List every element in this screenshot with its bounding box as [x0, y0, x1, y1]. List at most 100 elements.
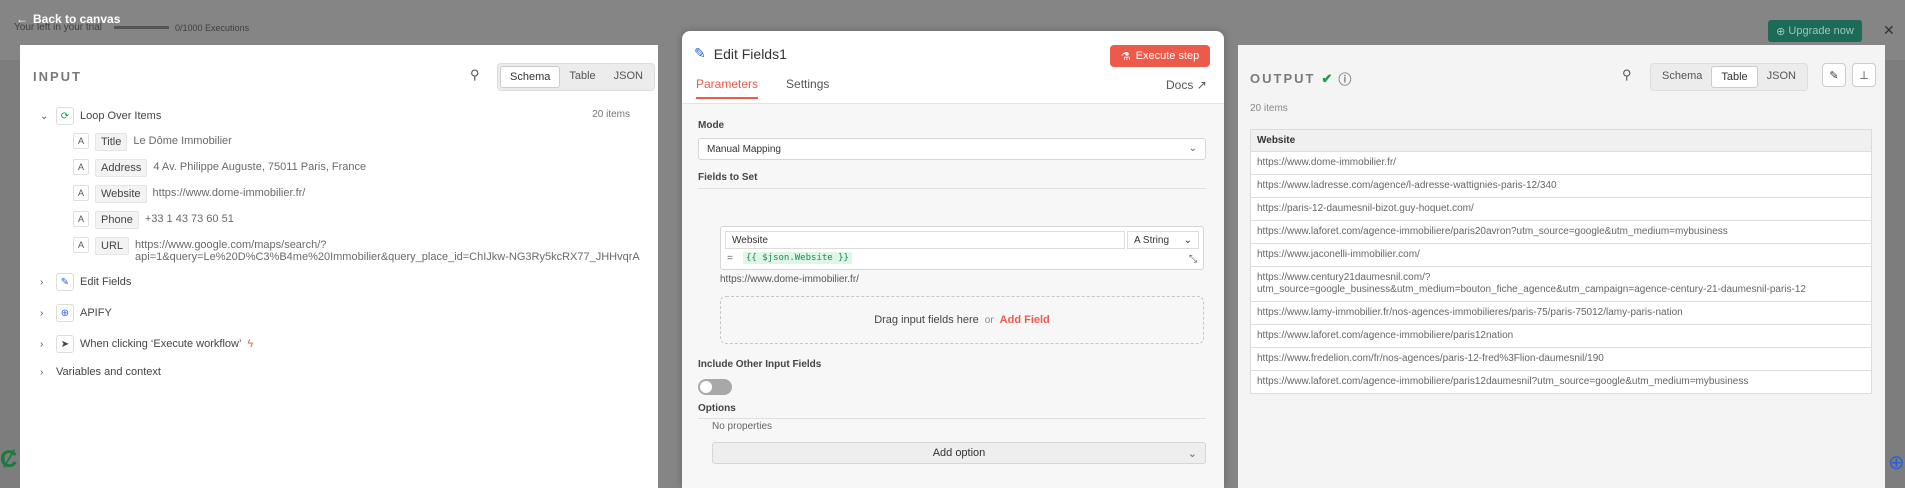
search-icon[interactable]: ⚲	[1622, 67, 1632, 83]
drop-zone[interactable]: Drag input fields here or Add Field	[720, 296, 1204, 344]
chevron-down-icon: ⌄	[1187, 448, 1197, 460]
pencil-icon: ✎	[1829, 69, 1839, 82]
back-to-canvas-link[interactable]: ← Back to canvas	[16, 12, 120, 26]
table-cell[interactable]: https://www.dome-immobilier.fr/	[1250, 151, 1872, 175]
docs-label: Docs	[1166, 78, 1194, 92]
mode-select[interactable]: Manual Mapping ⌄	[698, 138, 1206, 160]
close-icon[interactable]: ✕	[1883, 22, 1895, 39]
execute-step-button[interactable]: ⚗ Execute step	[1110, 45, 1210, 67]
chevron-right-icon: ›	[40, 307, 44, 319]
table-cell[interactable]: https://www.laforet.com/agence-immobilie…	[1250, 370, 1872, 394]
field-key[interactable]: Phone	[95, 211, 139, 229]
add-option-button[interactable]: Add option ⌄	[712, 442, 1206, 464]
field-key[interactable]: Address	[95, 159, 148, 177]
table-cell[interactable]: https://www.ladresse.com/agence/l-adress…	[1250, 174, 1872, 198]
chevron-right-icon: ›	[40, 366, 44, 378]
input-title: INPUT	[33, 69, 82, 84]
include-other-toggle[interactable]	[698, 379, 732, 395]
field-row[interactable]: A Title Le Dôme Immobilier	[73, 133, 232, 151]
chevron-right-icon: ›	[40, 338, 44, 350]
table-row: https://www.fredelion.com/fr/nos-agences…	[1250, 347, 1872, 371]
chevron-down-icon: ⌄	[40, 110, 49, 122]
assignment-type-select[interactable]: A String ⌄	[1127, 231, 1199, 249]
mode-label: Mode	[698, 120, 725, 131]
node-label: When clicking ‘Execute workflow’	[80, 338, 242, 350]
field-row[interactable]: A Phone +33 1 43 73 60 51	[73, 211, 234, 229]
field-row[interactable]: A Address 4 Av. Philippe Auguste, 75011 …	[73, 159, 366, 177]
table-row: https://paris-12-daumesnil-bizot.guy-hoq…	[1250, 197, 1872, 221]
no-properties-text: No properties	[712, 421, 773, 432]
field-row[interactable]: A URL https://www.google.com/maps/search…	[73, 237, 640, 263]
drag-text: Drag input fields here	[874, 314, 979, 326]
divider	[698, 418, 1206, 419]
view-table[interactable]: Table	[560, 66, 604, 88]
field-row[interactable]: A Website https://www.dome-immobilier.fr…	[73, 185, 305, 203]
field-value: https://www.google.com/maps/search/? api…	[135, 237, 640, 263]
tree-node-loop[interactable]: ⌄ ⟳ Loop Over Items	[40, 107, 161, 125]
table-cell[interactable]: https://paris-12-daumesnil-bizot.guy-hoq…	[1250, 197, 1872, 221]
trial-count: 0/1000 Executions	[175, 22, 250, 33]
gift-icon: ⊕	[1776, 25, 1786, 38]
pin-data-button[interactable]: ⊥	[1852, 63, 1876, 87]
logo-icon: Ȼ	[0, 446, 18, 473]
assignment-name-input[interactable]: Website	[725, 231, 1125, 249]
table-row: https://www.lamy-immobilier.fr/nos-agenc…	[1250, 301, 1872, 325]
table-cell[interactable]: https://www.laforet.com/agence-immobilie…	[1250, 220, 1872, 244]
view-json[interactable]: JSON	[1758, 66, 1805, 88]
tree-node-apify[interactable]: › ⊕ APIFY	[40, 304, 112, 322]
view-table[interactable]: Table	[1711, 66, 1758, 88]
globe-icon[interactable]: ⊕	[1888, 450, 1905, 475]
tree-variables[interactable]: › Variables and context	[40, 366, 161, 378]
table-cell[interactable]: https://www.century21daumesnil.com/? utm…	[1250, 266, 1872, 302]
node-title[interactable]: ✎ Edit Fields1	[694, 45, 787, 62]
output-items-count: 20 items	[1250, 103, 1288, 114]
table-row: https://www.dome-immobilier.fr/	[1250, 151, 1872, 175]
tree-node-trigger[interactable]: › ➤ When clicking ‘Execute workflow’ ϟ	[40, 335, 253, 353]
editor-tabs: Parameters Settings	[696, 77, 829, 99]
table-cell[interactable]: https://www.lamy-immobilier.fr/nos-agenc…	[1250, 301, 1872, 325]
expression-chip: {{ $json.Website }}	[743, 252, 852, 264]
add-field-button[interactable]: Add Field	[1000, 314, 1050, 326]
table-cell[interactable]: https://www.laforet.com/agence-immobilie…	[1250, 324, 1872, 348]
string-type-icon: A	[73, 133, 89, 149]
field-assignment: Website A String ⌄ = {{ $json.Website }}…	[720, 226, 1204, 270]
field-key[interactable]: Website	[95, 185, 147, 203]
globe-icon: ⊕	[56, 304, 74, 322]
node-label: APIFY	[80, 307, 112, 319]
include-other-label: Include Other Input Fields	[698, 359, 822, 370]
assignment-value-input[interactable]: {{ $json.Website }}	[743, 252, 1183, 267]
type-value: String	[1142, 235, 1170, 246]
column-header: Website	[1250, 129, 1872, 152]
or-text: or	[984, 314, 994, 326]
chevron-down-icon: ⌄	[1183, 235, 1192, 246]
field-key[interactable]: URL	[95, 237, 130, 255]
field-value-line: https://www.google.com/maps/search/?	[135, 239, 327, 251]
expression-eq: =	[727, 253, 733, 264]
view-schema[interactable]: Schema	[500, 66, 561, 88]
table-cell[interactable]: https://www.jaconelli-immobilier.com/	[1250, 243, 1872, 267]
table-row: https://www.ladresse.com/agence/l-adress…	[1250, 174, 1872, 198]
upgrade-button[interactable]: ⊕ Upgrade now	[1768, 20, 1862, 42]
table-row: https://www.century21daumesnil.com/? utm…	[1250, 266, 1872, 302]
search-icon[interactable]: ⚲	[470, 67, 480, 83]
table-cell[interactable]: https://www.fredelion.com/fr/nos-agences…	[1250, 347, 1872, 371]
docs-link[interactable]: Docs ↗	[1166, 78, 1207, 92]
divider	[698, 188, 1206, 189]
edit-output-button[interactable]: ✎	[1822, 63, 1846, 87]
fields-to-set-label: Fields to Set	[698, 172, 758, 183]
tree-node-edit-fields[interactable]: › ✎ Edit Fields	[40, 273, 131, 291]
mode-value: Manual Mapping	[707, 144, 781, 155]
table-row: https://www.jaconelli-immobilier.com/	[1250, 243, 1872, 267]
field-key[interactable]: Title	[95, 133, 128, 151]
add-option-label: Add option	[932, 447, 986, 459]
pencil-icon: ✎	[56, 273, 74, 291]
view-json[interactable]: JSON	[605, 66, 652, 88]
node-label: Edit Fields	[80, 276, 132, 288]
cursor-icon: ➤	[56, 335, 74, 353]
expand-icon[interactable]: ⤡	[1189, 254, 1197, 265]
tab-settings[interactable]: Settings	[786, 77, 829, 99]
execute-label: Execute step	[1135, 50, 1200, 62]
view-schema[interactable]: Schema	[1653, 66, 1711, 88]
tab-parameters[interactable]: Parameters	[696, 77, 759, 99]
info-icon[interactable]: ⓘ	[1338, 69, 1351, 88]
